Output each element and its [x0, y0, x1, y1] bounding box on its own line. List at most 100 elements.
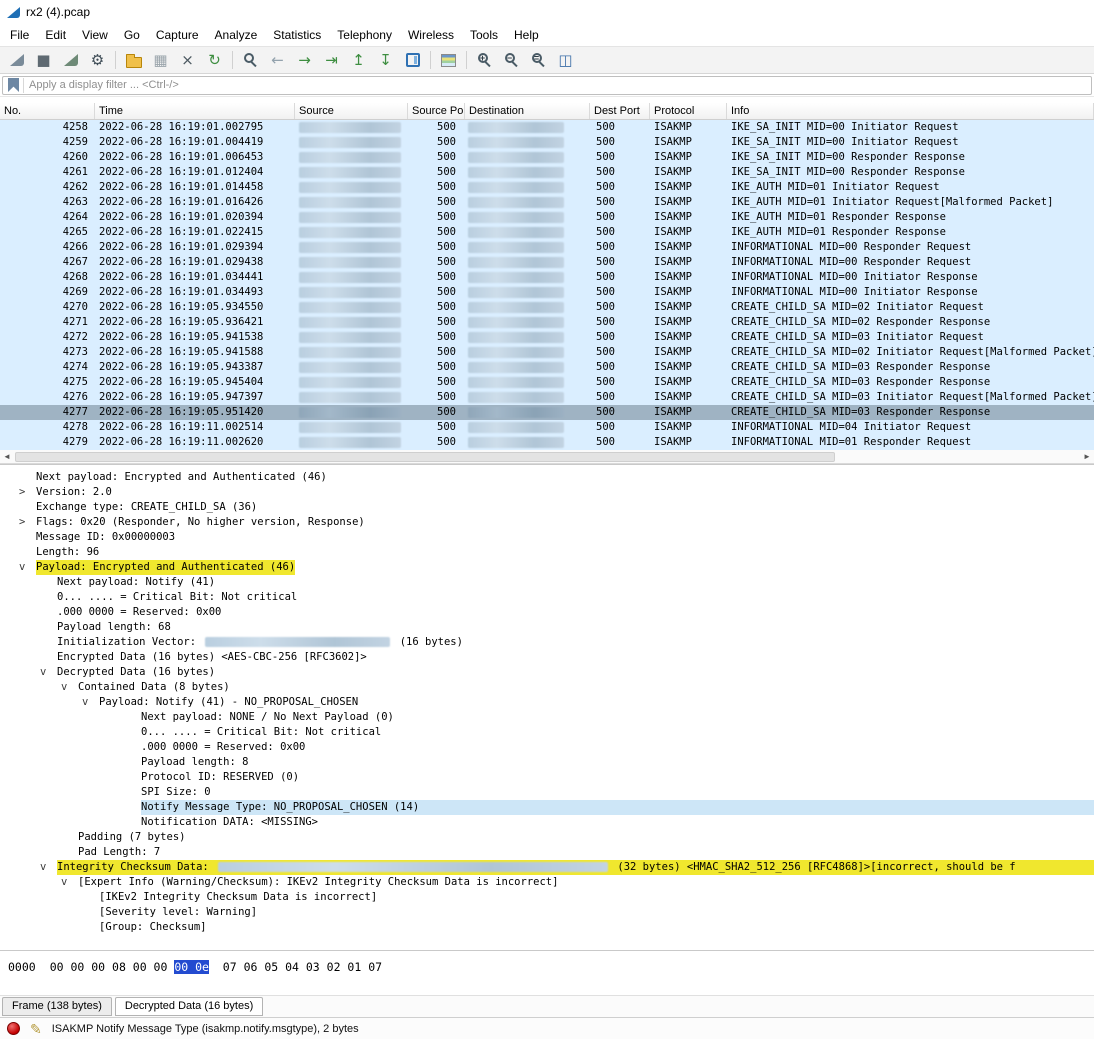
packet-row[interactable]: 42792022-06-28 16:19:11.002620500500ISAK…: [0, 435, 1094, 450]
detail-tree-row[interactable]: .000 0000 = Reserved: 0x00: [0, 740, 1094, 755]
menu-file[interactable]: File: [2, 26, 37, 44]
collapse-arrow-icon[interactable]: v: [79, 695, 99, 710]
detail-tree-row[interactable]: [Group: Checksum]: [0, 920, 1094, 935]
menu-statistics[interactable]: Statistics: [265, 26, 329, 44]
zoom-original-button[interactable]: =: [526, 49, 551, 72]
packet-list-body[interactable]: 42582022-06-28 16:19:01.002795500500ISAK…: [0, 120, 1094, 450]
packet-row[interactable]: 42612022-06-28 16:19:01.012404500500ISAK…: [0, 165, 1094, 180]
detail-tree-row[interactable]: vPayload: Encrypted and Authenticated (4…: [0, 560, 1094, 575]
go-back-button[interactable]: ←: [265, 49, 290, 72]
packet-row[interactable]: 42692022-06-28 16:19:01.034493500500ISAK…: [0, 285, 1094, 300]
packet-row[interactable]: 42662022-06-28 16:19:01.029394500500ISAK…: [0, 240, 1094, 255]
detail-tree-row[interactable]: vDecrypted Data (16 bytes): [0, 665, 1094, 680]
packet-row[interactable]: 42712022-06-28 16:19:05.936421500500ISAK…: [0, 315, 1094, 330]
detail-tree-row[interactable]: Next payload: NONE / No Next Payload (0): [0, 710, 1094, 725]
packet-row[interactable]: 42742022-06-28 16:19:05.943387500500ISAK…: [0, 360, 1094, 375]
column-header-dest-port[interactable]: Dest Port: [590, 103, 650, 119]
packet-row[interactable]: 42632022-06-28 16:19:01.016426500500ISAK…: [0, 195, 1094, 210]
detail-tree-row[interactable]: Length: 96: [0, 545, 1094, 560]
detail-tree-row[interactable]: vPayload: Notify (41) - NO_PROPOSAL_CHOS…: [0, 695, 1094, 710]
packet-row[interactable]: 42602022-06-28 16:19:01.006453500500ISAK…: [0, 150, 1094, 165]
packet-row[interactable]: 42622022-06-28 16:19:01.014458500500ISAK…: [0, 180, 1094, 195]
scrollbar-thumb[interactable]: [15, 452, 835, 462]
packet-row[interactable]: 42672022-06-28 16:19:01.029438500500ISAK…: [0, 255, 1094, 270]
column-header-source-port[interactable]: Source Port: [408, 103, 465, 119]
packet-row[interactable]: 42752022-06-28 16:19:05.945404500500ISAK…: [0, 375, 1094, 390]
menu-edit[interactable]: Edit: [37, 26, 74, 44]
packet-bytes-pane[interactable]: 000000 00 00 08 00 00 00 0e 07 06 05 04 …: [0, 950, 1094, 995]
capture-options-button[interactable]: ⚙: [85, 49, 110, 72]
go-forward-button[interactable]: →: [292, 49, 317, 72]
scroll-left-arrow-icon[interactable]: ◄: [0, 450, 14, 463]
menu-telephony[interactable]: Telephony: [329, 26, 400, 44]
detail-tree-row[interactable]: Exchange type: CREATE_CHILD_SA (36): [0, 500, 1094, 515]
menu-analyze[interactable]: Analyze: [207, 26, 266, 44]
packet-row[interactable]: 42642022-06-28 16:19:01.020394500500ISAK…: [0, 210, 1094, 225]
colorize-button[interactable]: [436, 49, 461, 72]
detail-tree-row[interactable]: Notification DATA: <MISSING>: [0, 815, 1094, 830]
menu-tools[interactable]: Tools: [462, 26, 506, 44]
packet-row[interactable]: 42582022-06-28 16:19:01.002795500500ISAK…: [0, 120, 1094, 135]
start-capture-button[interactable]: [4, 49, 29, 72]
column-header-protocol[interactable]: Protocol: [650, 103, 727, 119]
reload-file-button[interactable]: ↻: [202, 49, 227, 72]
go-to-packet-button[interactable]: ⇥: [319, 49, 344, 72]
detail-tree-row[interactable]: [Severity level: Warning]: [0, 905, 1094, 920]
packet-row[interactable]: 42762022-06-28 16:19:05.947397500500ISAK…: [0, 390, 1094, 405]
packet-row[interactable]: 42702022-06-28 16:19:05.934550500500ISAK…: [0, 300, 1094, 315]
restart-capture-button[interactable]: [58, 49, 83, 72]
detail-tree-row[interactable]: .000 0000 = Reserved: 0x00: [0, 605, 1094, 620]
resize-columns-button[interactable]: ◫: [553, 49, 578, 72]
detail-tree-row[interactable]: Next payload: Encrypted and Authenticate…: [0, 470, 1094, 485]
packet-detail-tree[interactable]: Next payload: Encrypted and Authenticate…: [0, 464, 1094, 950]
detail-tree-row[interactable]: [IKEv2 Integrity Checksum Data is incorr…: [0, 890, 1094, 905]
detail-tree-row[interactable]: Payload length: 68: [0, 620, 1094, 635]
expand-arrow-icon[interactable]: >: [16, 485, 36, 500]
scroll-right-arrow-icon[interactable]: ►: [1080, 450, 1094, 463]
packet-row[interactable]: 42782022-06-28 16:19:11.002514500500ISAK…: [0, 420, 1094, 435]
hex-row[interactable]: 000000 00 00 08 00 00 00 0e 07 06 05 04 …: [8, 960, 1094, 974]
detail-tree-row[interactable]: Protocol ID: RESERVED (0): [0, 770, 1094, 785]
zoom-in-button[interactable]: +: [472, 49, 497, 72]
expand-arrow-icon[interactable]: >: [16, 515, 36, 530]
packet-row[interactable]: 42652022-06-28 16:19:01.022415500500ISAK…: [0, 225, 1094, 240]
expert-info-icon[interactable]: [7, 1022, 20, 1035]
packet-list-hscrollbar[interactable]: ◄ ►: [0, 450, 1094, 464]
close-file-button[interactable]: ×: [175, 49, 200, 72]
collapse-arrow-icon[interactable]: v: [58, 875, 78, 890]
detail-tree-row[interactable]: >Version: 2.0: [0, 485, 1094, 500]
find-packet-button[interactable]: [238, 49, 263, 72]
menu-go[interactable]: Go: [116, 26, 148, 44]
detail-tree-row[interactable]: 0... .... = Critical Bit: Not critical: [0, 725, 1094, 740]
detail-tree-row[interactable]: 0... .... = Critical Bit: Not critical: [0, 590, 1094, 605]
packet-row[interactable]: 42592022-06-28 16:19:01.004419500500ISAK…: [0, 135, 1094, 150]
collapse-arrow-icon[interactable]: v: [58, 680, 78, 695]
auto-scroll-button[interactable]: [400, 49, 425, 72]
capture-comment-pencil-icon[interactable]: ✎: [30, 1022, 42, 1036]
detail-tree-row[interactable]: vIntegrity Checksum Data: (32 bytes) <HM…: [0, 860, 1094, 875]
menu-view[interactable]: View: [74, 26, 116, 44]
collapse-arrow-icon[interactable]: v: [37, 860, 57, 875]
column-header-time[interactable]: Time: [95, 103, 295, 119]
open-file-button[interactable]: [121, 49, 146, 72]
collapse-arrow-icon[interactable]: v: [37, 665, 57, 680]
packet-row[interactable]: 42682022-06-28 16:19:01.034441500500ISAK…: [0, 270, 1094, 285]
detail-tree-row[interactable]: Initialization Vector: (16 bytes): [0, 635, 1094, 650]
go-first-packet-button[interactable]: ↥: [346, 49, 371, 72]
display-filter-box[interactable]: [2, 76, 1092, 95]
go-last-packet-button[interactable]: ↧: [373, 49, 398, 72]
detail-tree-row[interactable]: Pad Length: 7: [0, 845, 1094, 860]
packet-row[interactable]: 42722022-06-28 16:19:05.941538500500ISAK…: [0, 330, 1094, 345]
column-header-info[interactable]: Info: [727, 103, 1094, 119]
column-header-no[interactable]: No.: [0, 103, 95, 119]
detail-tree-row[interactable]: Message ID: 0x00000003: [0, 530, 1094, 545]
packet-row[interactable]: 42772022-06-28 16:19:05.951420500500ISAK…: [0, 405, 1094, 420]
detail-tree-row[interactable]: Next payload: Notify (41): [0, 575, 1094, 590]
byte-tab-frame[interactable]: Frame (138 bytes): [2, 997, 112, 1016]
menu-capture[interactable]: Capture: [148, 26, 207, 44]
detail-tree-row[interactable]: Notify Message Type: NO_PROPOSAL_CHOSEN …: [0, 800, 1094, 815]
detail-tree-row[interactable]: Encrypted Data (16 bytes) <AES-CBC-256 […: [0, 650, 1094, 665]
display-filter-input[interactable]: [29, 79, 1091, 91]
collapse-arrow-icon[interactable]: v: [16, 560, 36, 575]
menu-wireless[interactable]: Wireless: [400, 26, 462, 44]
